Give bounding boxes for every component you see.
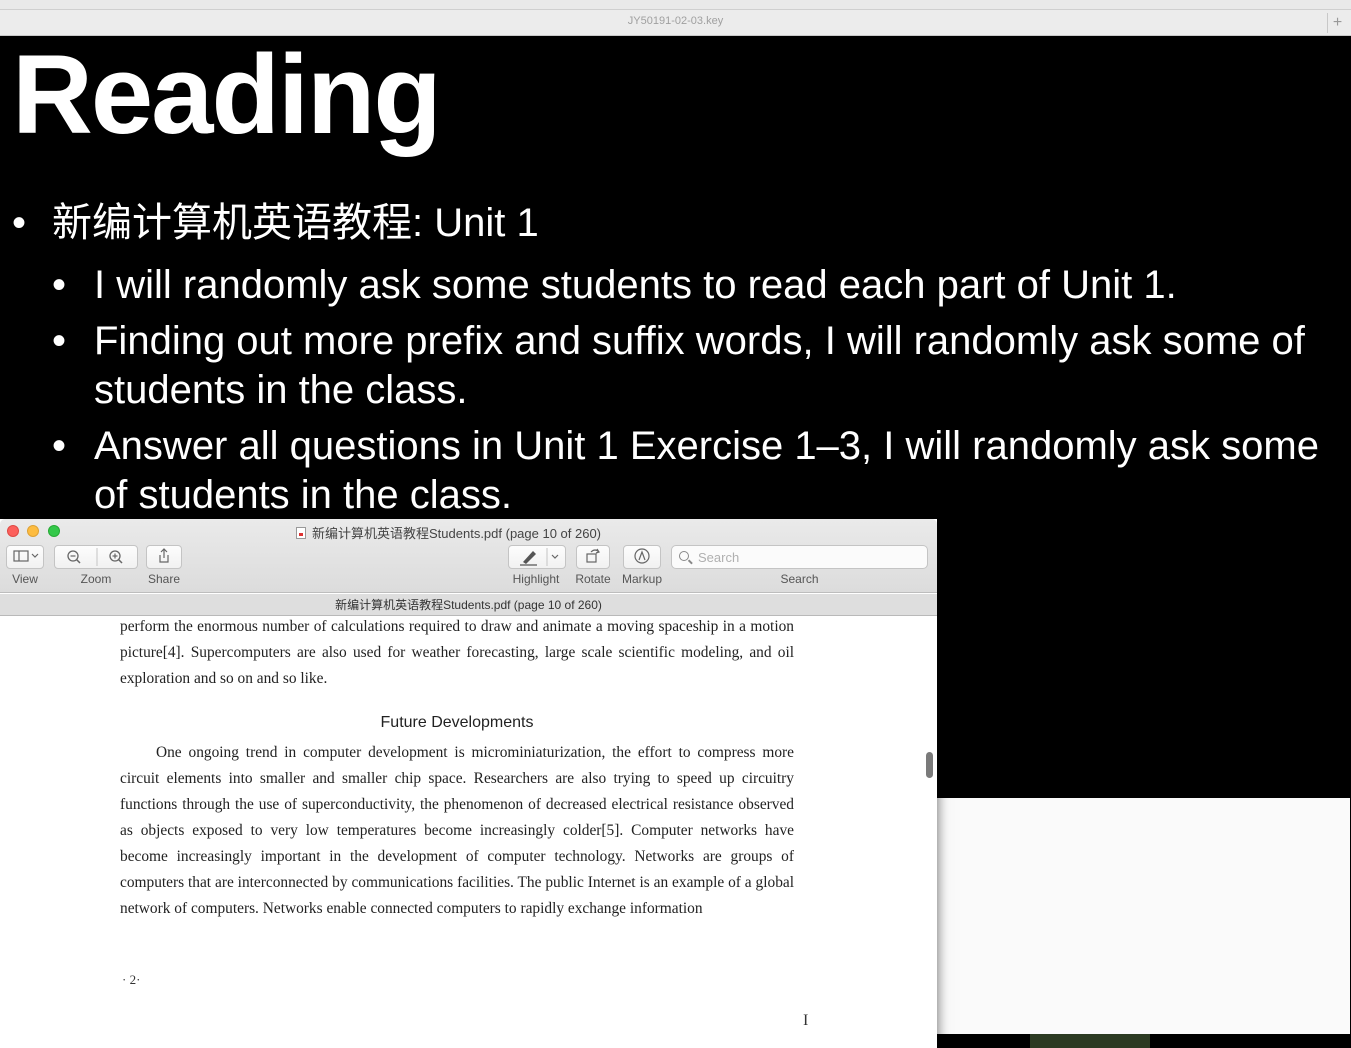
- highlight-label: Highlight: [512, 572, 560, 586]
- preview-window: 新编计算机英语教程Students.pdf (page 10 of 260) V…: [0, 519, 937, 1048]
- page-paragraph: perform the enormous number of calculati…: [120, 618, 794, 687]
- close-window-button[interactable]: [7, 525, 19, 537]
- bullet-dot: •: [12, 201, 27, 245]
- preview-toolbar: 新编计算机英语教程Students.pdf (page 10 of 260) V…: [0, 519, 937, 593]
- page-number: · 2·: [122, 972, 141, 987]
- zoom-label: Zoom: [80, 572, 112, 586]
- rotate-button[interactable]: [576, 545, 610, 569]
- slide-image-region: [936, 798, 1350, 1034]
- add-tab-button[interactable]: +: [1327, 13, 1347, 33]
- rotate-label: Rotate: [575, 572, 611, 586]
- share-label: Share: [147, 572, 181, 586]
- search-label: Search: [780, 572, 819, 586]
- slide-image-fragment: [1030, 1034, 1150, 1048]
- zoom-control: [54, 545, 138, 569]
- text-cursor-icon: I: [803, 1012, 809, 1029]
- search-icon: [679, 551, 689, 561]
- vertical-scrollbar[interactable]: [926, 752, 933, 778]
- window-title-text: 新编计算机英语教程Students.pdf (page 10 of 260): [312, 526, 602, 541]
- sidebar-icon: [13, 550, 39, 562]
- bullet-text: Answer all questions in Unit 1 Exercise …: [94, 424, 1319, 517]
- page-paragraph: One ongoing trend in computer developmen…: [120, 744, 794, 917]
- pdf-document-icon: [296, 527, 306, 539]
- preview-window-title: 新编计算机英语教程Students.pdf (page 10 of 260): [296, 523, 601, 542]
- pdf-page-view[interactable]: perform the enormous number of calculati…: [0, 617, 937, 1048]
- bullet-dot: •: [52, 319, 67, 363]
- view-menu-button[interactable]: [6, 545, 44, 569]
- markup-pen-icon: [634, 548, 650, 564]
- bullet-text: I will randomly ask some students to rea…: [94, 263, 1177, 307]
- rotate-icon: [586, 548, 600, 563]
- bullet-dot: •: [52, 263, 67, 307]
- highlighter-icon: [520, 548, 559, 566]
- search-placeholder: Search: [698, 550, 740, 565]
- zoom-in-icon: [109, 550, 123, 564]
- keynote-toolbar-strip: [0, 0, 1351, 10]
- zoom-icons: [67, 548, 123, 566]
- bullet-dot: •: [52, 424, 67, 468]
- markup-label: Markup: [621, 572, 662, 586]
- zoom-window-button[interactable]: [48, 525, 60, 537]
- keynote-document-title: JY50191-02-03.key: [627, 15, 724, 27]
- markup-button[interactable]: [623, 545, 661, 569]
- share-button[interactable]: [146, 545, 182, 569]
- bullet-text: 新编计算机英语教程: Unit 1: [52, 201, 539, 245]
- minimize-window-button[interactable]: [27, 525, 39, 537]
- section-heading: Future Developments: [380, 714, 534, 731]
- slide-title: Reading: [12, 32, 442, 157]
- document-subtitle-bar: 新编计算机英语教程Students.pdf (page 10 of 260): [0, 594, 937, 616]
- view-label: View: [12, 572, 38, 586]
- search-field[interactable]: Search: [671, 545, 928, 569]
- bullet-text: Finding out more prefix and suffix words…: [94, 319, 1305, 412]
- zoom-out-icon: [67, 550, 81, 564]
- share-icon: [159, 548, 169, 563]
- highlight-button[interactable]: [508, 545, 566, 569]
